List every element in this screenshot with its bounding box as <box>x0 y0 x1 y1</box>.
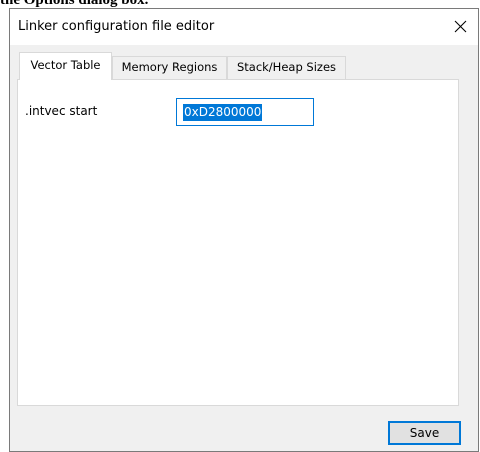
vector-table-panel <box>17 79 459 406</box>
dialog-title: Linker configuration file editor <box>18 19 215 34</box>
intvec-start-value: 0xD2800000 <box>183 104 263 121</box>
title-bar[interactable]: Linker configuration file editor <box>10 9 478 45</box>
intvec-start-label: .intvec start <box>25 104 98 118</box>
tab-memory-regions[interactable]: Memory Regions <box>112 56 227 79</box>
close-icon <box>454 20 467 33</box>
tab-stack-heap-sizes[interactable]: Stack/Heap Sizes <box>227 56 346 79</box>
tab-vector-table[interactable]: Vector Table <box>19 52 112 80</box>
save-button[interactable]: Save <box>388 421 461 445</box>
intvec-start-input[interactable]: 0xD2800000 <box>176 98 314 126</box>
close-button[interactable] <box>448 9 478 43</box>
